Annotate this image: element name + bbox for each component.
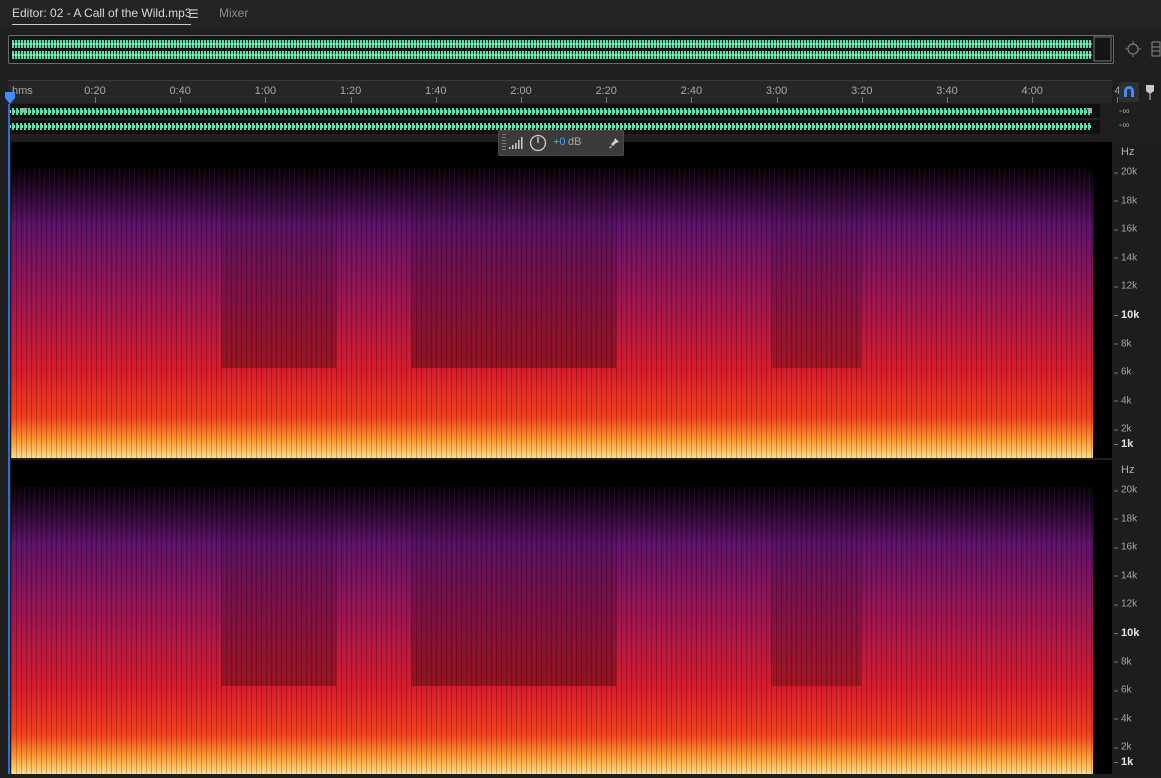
overview-waveform bbox=[12, 36, 1112, 63]
ruler-tick-label: 3:00 bbox=[765, 85, 788, 97]
snap-icon bbox=[1124, 86, 1134, 97]
tab-editor[interactable]: Editor: 02 - A Call of the Wild.mp3 bbox=[12, 6, 192, 25]
ruler-tick-mark bbox=[350, 97, 352, 103]
ruler-tick-mark bbox=[95, 97, 96, 103]
frequency-label: 16k bbox=[1113, 541, 1138, 553]
spectral-display-left[interactable] bbox=[11, 142, 1112, 458]
ruler-tick-label: 2:20 bbox=[595, 85, 617, 97]
frequency-unit-label: Hz bbox=[1121, 464, 1135, 476]
ruler-tick-mark bbox=[1032, 97, 1034, 103]
ruler-tick-label: 0:20 bbox=[84, 85, 106, 97]
ruler-tick-label: 1:20 bbox=[339, 85, 362, 97]
time-ruler[interactable]: hms 0:20 0:40 1:00 1:20 1:40 2:00 2:20 2:40 3:00… bbox=[8, 80, 1120, 103]
frequency-label: 6k bbox=[1114, 366, 1132, 378]
frequency-label: 16k bbox=[1113, 223, 1138, 235]
tab-bar: Editor: 02 - A Call of the Wild.mp3 ☰ Mi… bbox=[0, 0, 1161, 28]
tab-menu-icon[interactable]: ☰ bbox=[188, 7, 199, 21]
level-readout-right: -∞ bbox=[1119, 120, 1130, 131]
zoom-icon[interactable] bbox=[1124, 40, 1142, 58]
snap-button[interactable] bbox=[1119, 82, 1139, 102]
frequency-label: 1k bbox=[1113, 756, 1134, 769]
frequency-label: 18k bbox=[1113, 513, 1138, 525]
volume-hud[interactable]: +0 dB bbox=[498, 130, 624, 156]
ruler-tick-label: 4:00 bbox=[1021, 85, 1043, 97]
playhead-icon[interactable] bbox=[4, 91, 16, 105]
hud-drag-handle[interactable] bbox=[502, 134, 506, 152]
frequency-label: 1k bbox=[1113, 438, 1134, 451]
ruler-tick-label: 2:00 bbox=[510, 85, 532, 97]
ruler-tick-mark bbox=[265, 97, 267, 103]
ruler-tick-mark bbox=[861, 97, 863, 103]
ruler-tick-label: 3:20 bbox=[851, 85, 873, 97]
frequency-axis-right: Hz 20k 18k 16k 14k 12k 10k 8k 6k 4k 2k 1k bbox=[1112, 460, 1161, 774]
frequency-label: 8k bbox=[1114, 656, 1132, 668]
hud-volume-value[interactable]: +0 bbox=[553, 136, 566, 148]
frequency-label: 20k bbox=[1113, 166, 1138, 178]
frequency-label: 12k bbox=[1113, 598, 1138, 610]
frequency-label: 6k bbox=[1114, 684, 1132, 696]
frequency-label: 20k bbox=[1113, 484, 1138, 496]
ruler-tick-mark bbox=[521, 97, 522, 103]
frequency-axis-left: Hz 20k 18k 16k 14k 12k 10k 8k 6k 4k 2k 1k bbox=[1112, 142, 1161, 458]
ruler-tick-mark bbox=[776, 97, 778, 103]
ruler-tick-mark bbox=[606, 97, 608, 103]
selection-edge bbox=[8, 104, 10, 774]
frequency-label: 14k bbox=[1113, 570, 1138, 582]
frequency-label: 10k bbox=[1113, 309, 1140, 321]
hud-volume-unit: dB bbox=[568, 136, 582, 148]
frequency-label: 2k bbox=[1114, 423, 1132, 435]
ruler-tick-label: 1:00 bbox=[254, 85, 277, 97]
level-readout-left: -∞ bbox=[1119, 106, 1130, 117]
volume-knob-icon[interactable] bbox=[529, 134, 547, 152]
frequency-label: 8k bbox=[1114, 338, 1132, 350]
ruler-tick-label: 1:40 bbox=[425, 85, 447, 97]
ruler-tick-mark bbox=[947, 97, 948, 103]
frequency-label: 4k bbox=[1114, 395, 1132, 407]
overview-navigator[interactable] bbox=[8, 35, 1114, 64]
spectrogram-right bbox=[11, 460, 1112, 774]
pin-icon[interactable] bbox=[607, 136, 621, 150]
frequency-label: 14k bbox=[1113, 252, 1138, 264]
frequency-label: 10k bbox=[1113, 627, 1140, 639]
ruler-tick-label: 3:40 bbox=[936, 85, 958, 97]
ruler-tick-mark bbox=[435, 97, 437, 103]
ruler-tick-mark bbox=[691, 97, 693, 103]
panel-menu-icon[interactable] bbox=[1151, 40, 1161, 58]
frequency-label: 12k bbox=[1113, 280, 1138, 292]
frequency-label: 18k bbox=[1113, 195, 1138, 207]
frequency-unit-label: Hz bbox=[1121, 146, 1135, 158]
marker-icon[interactable] bbox=[1143, 82, 1157, 102]
tab-mixer[interactable]: Mixer bbox=[219, 6, 248, 24]
ruler-tick-label: 2:40 bbox=[680, 85, 703, 97]
frequency-label: 4k bbox=[1114, 713, 1132, 725]
level-meter-icon bbox=[509, 137, 523, 149]
frequency-label: 2k bbox=[1114, 741, 1132, 753]
ruler-tick-mark bbox=[180, 97, 182, 103]
spectrogram-left bbox=[11, 142, 1112, 458]
spectral-display-right[interactable] bbox=[11, 460, 1112, 774]
ruler-tick-label: 0:40 bbox=[169, 85, 191, 97]
